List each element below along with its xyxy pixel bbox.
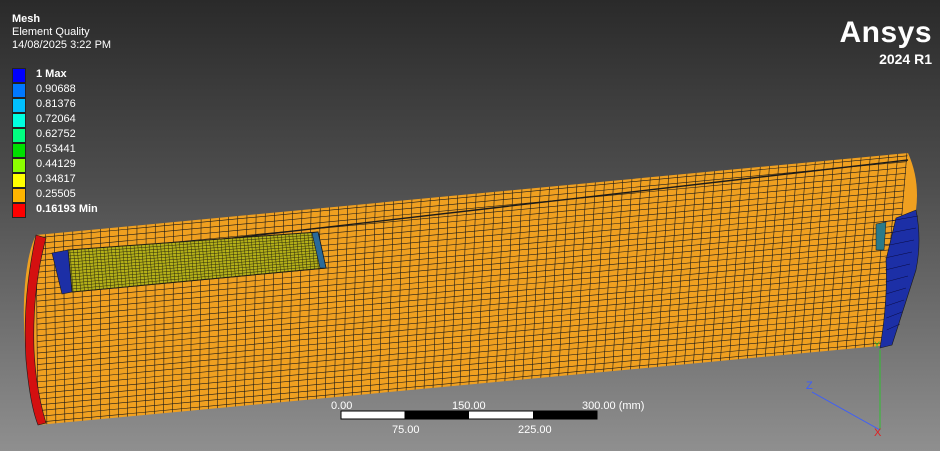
triad-z-label: Z	[806, 380, 813, 392]
result-subtitle: Element Quality	[12, 26, 90, 38]
legend-swatch	[12, 68, 26, 83]
scale-label-225: 225.00	[518, 424, 552, 436]
legend-entry: 0.72064	[12, 113, 152, 128]
legend-swatch	[12, 158, 26, 173]
legend-swatch	[12, 83, 26, 98]
scale-label-75: 75.00	[392, 424, 420, 436]
legend-label: 0.53441	[36, 143, 76, 155]
result-title: Mesh	[12, 13, 41, 25]
legend-label: 0.90688	[36, 83, 76, 95]
legend-entry: 1 Max	[12, 68, 152, 83]
triad-y-label: Y	[874, 340, 881, 350]
legend-label: 0.34817	[36, 173, 76, 185]
triad-x-label: X	[874, 427, 882, 439]
legend-label: 0.44129	[36, 158, 76, 170]
ansys-logo: Ansys 2024 R1	[839, 18, 932, 68]
triad-z-axis	[811, 391, 881, 431]
scale-label-300: 300.00 (mm)	[582, 400, 645, 412]
result-info: Mesh Element Quality 14/08/2025 3:22 PM	[12, 13, 111, 52]
legend-entry: 0.44129	[12, 158, 152, 173]
legend-label: 1 Max	[36, 68, 67, 80]
legend-entry: 0.34817	[12, 173, 152, 188]
scale-bar-segment	[340, 410, 406, 420]
legend-entry: 0.16193 Min	[12, 203, 152, 218]
legend-swatch	[12, 128, 26, 143]
legend-swatch	[12, 143, 26, 158]
legend-swatch	[12, 173, 26, 188]
scale-bar-segment	[405, 411, 469, 419]
scale-label-0: 0.00	[331, 400, 353, 412]
legend-swatch	[12, 203, 26, 218]
legend-swatch	[12, 188, 26, 203]
legend-label: 0.72064	[36, 113, 76, 125]
legend-entry: 0.25505	[12, 188, 152, 203]
brand-name: Ansys	[839, 16, 932, 49]
legend-swatch	[12, 98, 26, 113]
brand-version: 2024 R1	[879, 51, 932, 67]
legend-label: 0.62752	[36, 128, 76, 140]
legend-label: 0.16193 Min	[36, 203, 98, 215]
legend-entry: 0.53441	[12, 143, 152, 158]
legend-swatch	[12, 113, 26, 128]
legend-entry: 0.81376	[12, 98, 152, 113]
legend-entry: 0.62752	[12, 128, 152, 143]
result-timestamp: 14/08/2025 3:22 PM	[12, 39, 112, 51]
legend-label: 0.25505	[36, 188, 76, 200]
right-end-inner-edge	[875, 221, 887, 251]
scale-bar-segment	[533, 411, 597, 419]
scale-label-150: 150.00	[452, 400, 486, 412]
legend-label: 0.81376	[36, 98, 76, 110]
legend-entry: 0.90688	[12, 83, 152, 98]
